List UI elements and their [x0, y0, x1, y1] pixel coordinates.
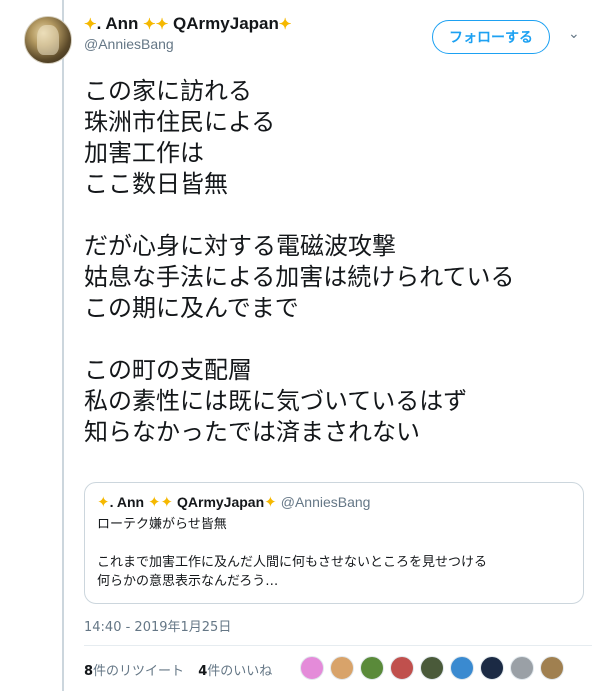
chevron-down-icon[interactable]: ⌄: [568, 26, 580, 42]
quote-line: ローテク嫌がらせ皆無: [97, 517, 227, 532]
tweet-line: この家に訪れる: [84, 77, 252, 105]
tweet-text: この家に訪れる 珠洲市住民による 加害工作は ここ数日皆無 だが心身に対する電磁…: [84, 76, 594, 479]
retweets-label: 件のリツイート: [93, 664, 185, 679]
quote-display-name-tail: QArmyJapan: [173, 494, 265, 510]
tweet-line: 加害工作は: [84, 139, 204, 167]
thread-line: [62, 0, 64, 691]
tweet-paragraph: この町の支配層 私の素性には既に気づいているはず 知らなかったでは済まされない: [84, 355, 594, 448]
star-icon: ✦: [155, 16, 169, 33]
user-handle[interactable]: @AnniesBang: [84, 36, 424, 52]
tweet-line: 私の素性には既に気づいているはず: [84, 387, 468, 415]
tweet-line: 姑息な手法による加害は続けられている: [84, 263, 515, 291]
tweet-paragraph: この家に訪れる 珠洲市住民による 加害工作は ここ数日皆無: [84, 76, 594, 200]
timestamp[interactable]: 14:40 - 2019年1月25日: [84, 616, 231, 635]
divider: [84, 645, 592, 646]
display-name-text: . Ann: [96, 14, 144, 33]
quote-display-name: . Ann: [109, 494, 148, 510]
quoted-tweet[interactable]: ✦. Ann ✦✦ QArmyJapan✦ @AnniesBang ローテク嫌がら…: [84, 482, 584, 604]
tweet-header: ✦. Ann ✦✦ QArmyJapan✦ @AnniesBang: [84, 14, 424, 52]
liker-avatar-5[interactable]: [420, 656, 444, 680]
liker-avatar-6[interactable]: [450, 656, 474, 680]
engagement-stats: 8件のリツイート 4件のいいね: [84, 660, 282, 679]
likes-label: 件のいいね: [207, 664, 273, 679]
tweet-paragraph: だが心身に対する電磁波攻撃 姑息な手法による加害は続けられている この期に及んで…: [84, 231, 594, 324]
liker-avatar-7[interactable]: [480, 656, 504, 680]
liker-avatar-2[interactable]: [330, 656, 354, 680]
tweet-line: この期に及んでまで: [84, 294, 299, 322]
liker-avatar-8[interactable]: [510, 656, 534, 680]
star-icon: ✦: [147, 494, 161, 511]
quote-handle: @AnniesBang: [280, 494, 371, 510]
retweets-stat[interactable]: 8件のリツイート: [84, 664, 184, 679]
display-name[interactable]: ✦. Ann ✦✦ QArmyJapan✦: [84, 14, 424, 34]
liker-avatar-4[interactable]: [390, 656, 414, 680]
star-icon: ✦: [160, 494, 174, 511]
liker-avatars: [300, 656, 564, 682]
liker-avatar-3[interactable]: [360, 656, 384, 680]
retweets-count: 8: [84, 664, 94, 679]
star-icon: ✦: [278, 16, 292, 33]
tweet-line: 知らなかったでは済まされない: [84, 418, 420, 446]
display-name-tail: QArmyJapan: [168, 14, 279, 33]
quote-body: ローテク嫌がらせ皆無 これまで加害工作に及んだ人間に何もさせないところを見せつけ…: [97, 515, 571, 591]
tweet-line: ここ数日皆無: [84, 170, 228, 198]
quote-line: これまで加害工作に及んだ人間に何もさせないところを見せつける: [97, 555, 488, 570]
star-icon: ✦: [84, 16, 97, 33]
likes-stat[interactable]: 4件のいいね: [198, 664, 272, 679]
likes-count: 4: [198, 664, 208, 679]
follow-button[interactable]: フォローする: [432, 20, 550, 54]
star-icon: ✦: [97, 494, 110, 511]
quote-header: ✦. Ann ✦✦ QArmyJapan✦ @AnniesBang: [97, 493, 571, 511]
tweet-line: だが心身に対する電磁波攻撃: [84, 232, 396, 260]
star-icon: ✦: [143, 16, 156, 33]
avatar[interactable]: [24, 16, 72, 64]
liker-avatar-9[interactable]: [540, 656, 564, 680]
tweet-line: 珠洲市住民による: [84, 108, 276, 136]
tweet-line: この町の支配層: [84, 356, 252, 384]
star-icon: ✦: [264, 494, 277, 511]
liker-avatar-1[interactable]: [300, 656, 324, 680]
quote-line: 何らかの意思表示なんだろう…: [97, 574, 279, 589]
